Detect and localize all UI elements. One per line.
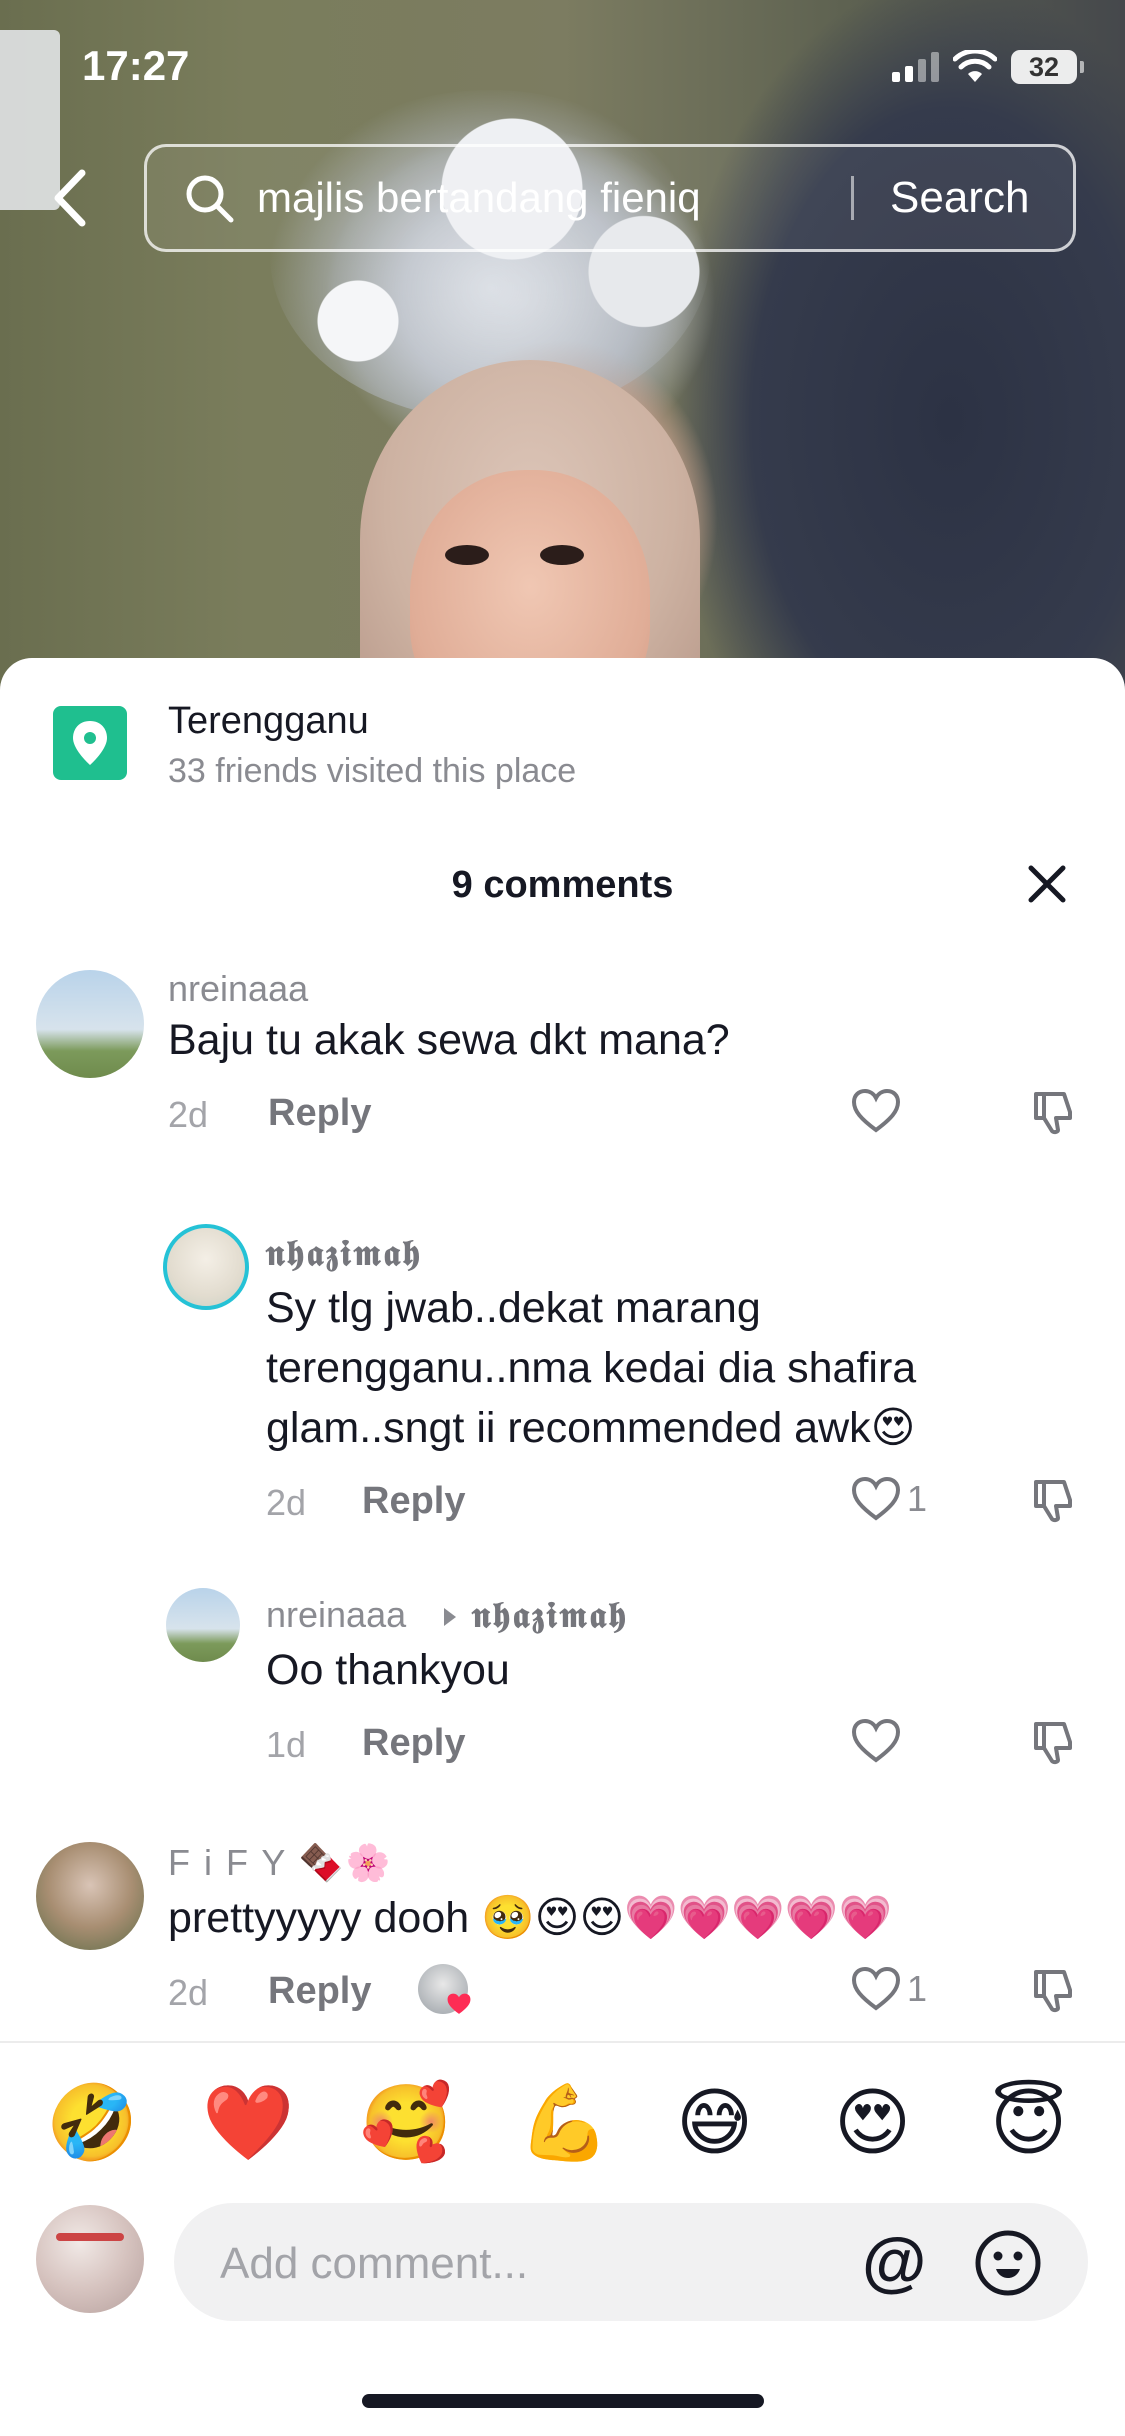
left-eye bbox=[445, 545, 489, 565]
location-pin-icon bbox=[53, 706, 127, 780]
status-time: 17:27 bbox=[82, 42, 190, 89]
dislike-icon[interactable] bbox=[1030, 1718, 1078, 1766]
reply-to-username[interactable]: 𝖓𝖍𝖆𝖟𝖎𝖒𝖆𝖍 bbox=[472, 1594, 628, 1637]
comment-username[interactable]: nreinaaa bbox=[168, 968, 308, 1010]
reply-arrow-icon bbox=[444, 1608, 456, 1626]
comment-text: Baju tu akak sewa dkt mana? bbox=[168, 1016, 730, 1064]
dislike-icon[interactable] bbox=[1030, 1088, 1078, 1136]
dislike-icon[interactable] bbox=[1030, 1966, 1078, 2014]
comment-input-placeholder[interactable]: Add comment... bbox=[220, 2239, 528, 2289]
close-icon[interactable] bbox=[1023, 860, 1071, 908]
reply-button[interactable]: Reply bbox=[362, 1722, 465, 1765]
comment-text: prettyyyyy dooh 🥹😍😍💗💗💗💗💗 bbox=[168, 1894, 892, 1942]
comment-input[interactable]: Add comment... @ bbox=[174, 2203, 1088, 2321]
like-count: 1 bbox=[907, 1968, 928, 2009]
location-row[interactable]: Terengganu 33 friends visited this place bbox=[0, 658, 1125, 803]
chevron-left-icon bbox=[54, 169, 86, 226]
video-background[interactable] bbox=[0, 0, 1125, 700]
comment-username[interactable]: F i F Y 🍫🌸 bbox=[168, 1842, 392, 1884]
comment-text-line: Sy tlg jwab..dekat marang bbox=[266, 1284, 761, 1332]
comment-username[interactable]: 𝖓𝖍𝖆𝖟𝖎𝖒𝖆𝖍 bbox=[266, 1232, 422, 1275]
wifi-icon bbox=[953, 50, 997, 82]
heart-icon bbox=[851, 1476, 901, 1521]
emoji-picker-icon[interactable] bbox=[974, 2229, 1042, 2297]
avatar[interactable] bbox=[163, 1224, 249, 1310]
location-subtitle: 33 friends visited this place bbox=[168, 752, 577, 790]
emoji-flexed-bicep[interactable]: 💪 bbox=[518, 2083, 610, 2163]
like-button[interactable]: 1 bbox=[851, 1966, 927, 2012]
dislike-icon[interactable] bbox=[1030, 1476, 1078, 1524]
emoji-rofl[interactable]: 🤣 bbox=[46, 2083, 138, 2163]
comments-count-title: 9 comments bbox=[451, 864, 674, 906]
like-button[interactable] bbox=[851, 1718, 907, 1764]
reply-button[interactable]: Reply bbox=[268, 1970, 371, 2013]
emoji-halo[interactable]: 😇 bbox=[990, 2083, 1067, 2163]
right-eye bbox=[540, 545, 584, 565]
status-icons: 32 bbox=[892, 50, 1084, 84]
emoji-smiling-hearts[interactable]: 🥰 bbox=[360, 2083, 452, 2163]
comment-text-line: glam..sngt ii recommended awk😍 bbox=[266, 1404, 916, 1452]
cellular-signal-icon bbox=[892, 52, 939, 82]
emoji-sweat-smile[interactable]: 😅 bbox=[676, 2083, 753, 2163]
avatar[interactable] bbox=[36, 970, 144, 1078]
creator-heart-icon bbox=[447, 1993, 471, 2014]
search-query[interactable]: majlis bertandang fieniq bbox=[257, 174, 837, 222]
heart-icon bbox=[851, 1718, 901, 1763]
comment-time: 1d bbox=[266, 1724, 307, 1765]
search-icon bbox=[186, 175, 234, 223]
reply-button[interactable]: Reply bbox=[362, 1480, 465, 1523]
heart-icon bbox=[851, 1966, 901, 2011]
search-button[interactable]: Search bbox=[890, 173, 1029, 223]
comment-time: 2d bbox=[168, 1972, 209, 2013]
emoji-heart-eyes[interactable]: 😍 bbox=[834, 2083, 911, 2163]
like-count: 1 bbox=[907, 1478, 928, 1519]
search-divider bbox=[851, 176, 854, 220]
avatar[interactable] bbox=[36, 1842, 144, 1950]
like-button[interactable] bbox=[851, 1088, 907, 1134]
emoji-heart[interactable]: ❤️ bbox=[202, 2083, 294, 2163]
avatar[interactable] bbox=[166, 1588, 240, 1662]
comment-text: Oo thankyou bbox=[266, 1646, 510, 1694]
heart-icon bbox=[851, 1088, 901, 1133]
comment-time: 2d bbox=[266, 1482, 307, 1523]
home-indicator[interactable] bbox=[362, 2394, 764, 2408]
reply-button[interactable]: Reply bbox=[268, 1092, 371, 1135]
mention-button[interactable]: @ bbox=[862, 2223, 926, 2299]
location-name: Terengganu bbox=[168, 700, 369, 742]
comment-username[interactable]: nreinaaa bbox=[266, 1594, 406, 1636]
back-button[interactable] bbox=[40, 160, 100, 235]
battery-icon: 32 bbox=[1011, 50, 1084, 84]
emoji-quick-bar: 🤣 ❤️ 🥰 💪 😅 😍 😇 bbox=[0, 2041, 1125, 2191]
comment-time: 2d bbox=[168, 1094, 209, 1135]
comment-text-line: terengganu..nma kedai dia shafira bbox=[266, 1344, 917, 1392]
my-avatar[interactable] bbox=[36, 2205, 144, 2313]
comment-input-row: Add comment... @ bbox=[0, 2191, 1125, 2361]
like-button[interactable]: 1 bbox=[851, 1476, 927, 1522]
search-box[interactable]: majlis bertandang fieniq Search bbox=[144, 144, 1076, 252]
